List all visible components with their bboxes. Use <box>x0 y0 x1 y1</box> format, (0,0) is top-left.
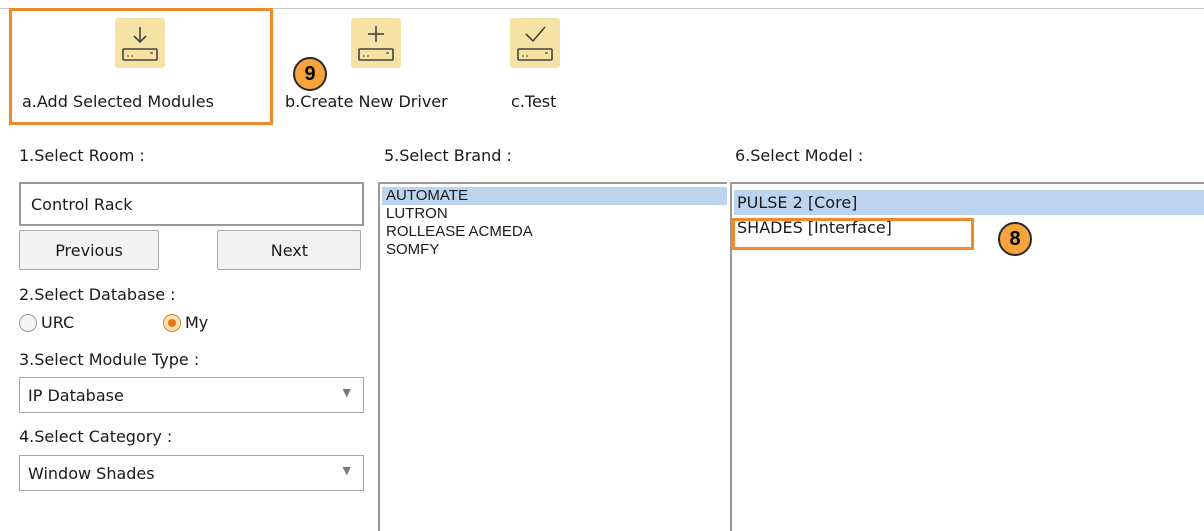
category-value: Window Shades <box>28 464 155 483</box>
chevron-down-icon: ▼ <box>342 464 351 477</box>
room-field[interactable]: Control Rack <box>19 182 364 226</box>
database-option-label: URC <box>41 313 75 332</box>
chevron-down-icon: ▼ <box>342 386 351 399</box>
select-model-label: 6.Select Model : <box>735 146 864 165</box>
list-item[interactable]: LUTRON <box>382 205 727 223</box>
annotation-badge-9: 9 <box>293 57 327 91</box>
list-item[interactable]: PULSE 2 [Core] <box>734 190 1204 215</box>
annotation-highlight-shades <box>732 218 974 250</box>
create-new-driver-icon-button[interactable] <box>351 18 401 68</box>
select-category-label: 4.Select Category : <box>19 427 173 446</box>
plus-device-icon <box>351 18 401 68</box>
brand-list[interactable]: AUTOMATE LUTRON ROLLEASE ACMEDA SOMFY <box>378 182 727 531</box>
category-dropdown[interactable]: Window Shades ▼ <box>19 455 364 491</box>
annotation-highlight-add-modules <box>9 8 273 125</box>
list-item[interactable]: AUTOMATE <box>382 187 727 205</box>
module-type-value: IP Database <box>28 386 124 405</box>
module-type-dropdown[interactable]: IP Database ▼ <box>19 377 364 413</box>
test-button[interactable]: c.Test <box>511 92 556 111</box>
database-radio-my[interactable]: My <box>163 313 208 332</box>
toolbar: a.Add Selected Modules b.Create New Driv… <box>0 0 1204 130</box>
select-brand-label: 5.Select Brand : <box>384 146 512 165</box>
radio-off-icon <box>19 313 37 332</box>
database-option-label: My <box>185 313 209 332</box>
create-new-driver-button[interactable]: b.Create New Driver <box>285 92 448 111</box>
annotation-badge-8: 8 <box>998 222 1032 256</box>
list-item[interactable]: ROLLEASE ACMEDA <box>382 223 727 241</box>
select-database-label: 2.Select Database : <box>19 285 176 304</box>
radio-on-icon <box>163 313 181 332</box>
next-button[interactable]: Next <box>217 230 361 270</box>
test-icon-button[interactable] <box>510 18 560 68</box>
previous-button[interactable]: Previous <box>19 230 159 270</box>
select-room-label: 1.Select Room : <box>19 146 145 165</box>
check-device-icon <box>510 18 560 68</box>
select-module-type-label: 3.Select Module Type : <box>19 350 200 369</box>
list-item[interactable]: SOMFY <box>382 241 727 259</box>
database-radio-urc[interactable]: URC <box>19 313 74 332</box>
